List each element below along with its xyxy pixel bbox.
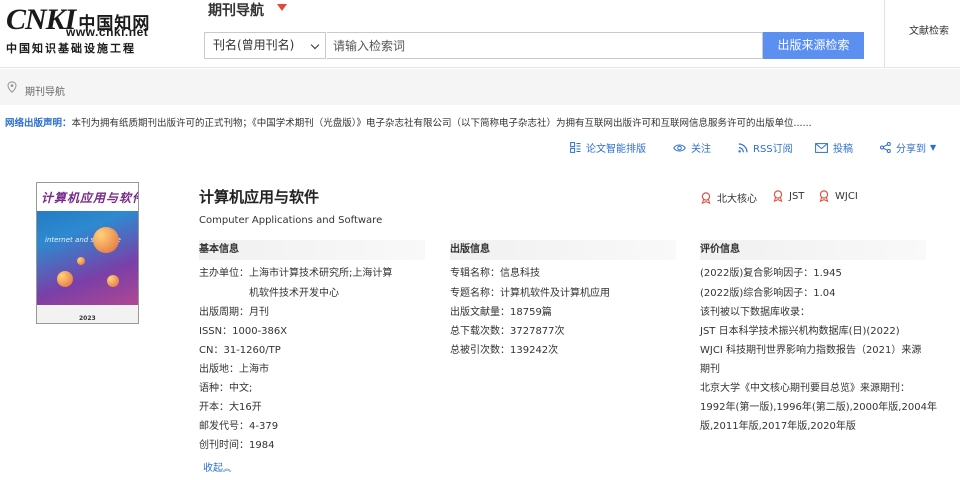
- caret-down-icon[interactable]: [277, 4, 287, 11]
- share-icon: [880, 142, 891, 153]
- badge-jst[interactable]: JST: [772, 190, 804, 202]
- follow-button[interactable]: 关注: [673, 140, 711, 155]
- award-icon: [701, 191, 711, 204]
- postal-code-row: 邮发代号：4-379: [199, 421, 279, 432]
- eval-info-heading: 评价信息: [700, 240, 926, 260]
- badge-label: WJCI: [835, 190, 858, 202]
- wjci-row-cont: 期刊: [700, 364, 720, 375]
- award-icon: [819, 190, 829, 202]
- smart-layout-button[interactable]: 论文智能排版: [570, 140, 646, 155]
- search-field-select-value: 刊名(曾用刊名): [213, 38, 295, 52]
- pku-core-editions-cont: 版,2011年版,2017年版,2020年版: [700, 421, 856, 432]
- badge-pku-core[interactable]: 北大核心: [700, 190, 757, 205]
- breadcrumb-journal-nav[interactable]: 期刊导航: [25, 83, 65, 98]
- pku-core-heading: 北京大学《中文核心期刊要目总览》来源期刊：: [700, 383, 910, 394]
- location-pin-icon: [7, 81, 17, 93]
- logo-slogan: 中国知识基础设施工程: [6, 42, 136, 55]
- pku-core-editions: 1992年(第一版),1996年(第二版),2000年版,2004年: [700, 402, 937, 413]
- chevron-down-icon: [310, 40, 320, 50]
- rss-label: RSS订阅: [753, 144, 793, 155]
- basic-info-heading: 基本信息: [199, 240, 425, 260]
- source-search-button[interactable]: 出版来源检索: [763, 32, 864, 59]
- search-field-select[interactable]: 刊名(曾用刊名): [204, 32, 326, 59]
- cn-row: CN：31-1260/TP: [199, 345, 281, 356]
- cnki-logo[interactable]: CNKI 中国知网 www.cnki.net 中国知识基础设施工程: [6, 3, 166, 56]
- cover-year: 2023: [79, 315, 96, 322]
- caret-down-icon: ▼: [930, 143, 937, 152]
- collapse-button[interactable]: 收起︽: [203, 459, 231, 474]
- breadcrumb: 期刊导航: [0, 69, 960, 105]
- logo-url: www.cnki.net: [66, 25, 149, 39]
- series-row: 专辑名称：信息科技: [450, 268, 540, 279]
- share-label: 分享到: [896, 144, 926, 155]
- founded-row: 创刊时间：1984: [199, 440, 275, 451]
- issn-row: ISSN：1000-386X: [199, 326, 288, 337]
- citations-row: 总被引次数：139242次: [450, 345, 559, 356]
- layout-icon: [570, 142, 581, 153]
- article-count-row: 出版文献量：18759篇: [450, 307, 552, 318]
- sponsor-row-cont: 机软件技术开发中心: [249, 288, 339, 299]
- smart-layout-label: 论文智能排版: [586, 144, 646, 155]
- comprehensive-if-row: (2022版)综合影响因子：1.04: [700, 288, 836, 299]
- follow-label: 关注: [691, 144, 711, 155]
- wjci-row: WJCI 科技期刊世界影响力指数报告（2021）来源: [700, 345, 922, 356]
- downloads-row: 总下载次数：3727877次: [450, 326, 565, 337]
- journal-nav-menu[interactable]: 期刊导航: [208, 0, 264, 20]
- cover-title: 计算机应用与软件: [41, 191, 139, 205]
- indexed-by-row: 该刊被以下数据库收录：: [700, 307, 810, 318]
- submit-manuscript-button[interactable]: 投稿: [815, 140, 853, 155]
- header: CNKI 中国知网 www.cnki.net 中国知识基础设施工程 期刊导航 刊…: [0, 0, 960, 68]
- language-row: 语种：中文;: [199, 383, 253, 394]
- submit-label: 投稿: [833, 144, 853, 155]
- literature-search-link[interactable]: 文献检索: [909, 22, 949, 37]
- logo-cnki-text: CNKI: [6, 3, 76, 36]
- header-divider: [884, 0, 885, 68]
- notice-label: 网络出版声明：: [5, 118, 72, 129]
- cycle-row: 出版周期：月刊: [199, 307, 269, 318]
- badge-label: 北大核心: [717, 194, 757, 205]
- format-row: 开本：大16开: [199, 402, 262, 413]
- place-row: 出版地：上海市: [199, 364, 269, 375]
- composite-if-row: (2022版)复合影响因子：1.945: [700, 268, 842, 279]
- publication-notice: 网络出版声明：本刊为拥有纸质期刊出版许可的正式刊物；《中国学术期刊（光盘版）》电…: [5, 115, 812, 129]
- journal-title: 计算机应用与软件: [199, 188, 320, 206]
- journal-cover-image: 计算机应用与软件 internet and software 2023: [36, 182, 139, 324]
- journal-english-title: Computer Applications and Software: [199, 215, 383, 226]
- rss-button[interactable]: RSS订阅: [738, 140, 793, 155]
- rss-icon: [738, 142, 748, 153]
- notice-text: 本刊为拥有纸质期刊出版许可的正式刊物；《中国学术期刊（光盘版）》电子杂志社有限公…: [71, 118, 812, 129]
- topic-row: 专题名称：计算机软件及计算机应用: [450, 288, 610, 299]
- jst-row: JST 日本科学技术振兴机构数据库(日)(2022): [700, 326, 900, 337]
- award-icon: [773, 190, 783, 202]
- mail-icon: [815, 142, 828, 153]
- badge-wjci[interactable]: WJCI: [818, 190, 858, 202]
- eye-icon: [673, 144, 686, 151]
- chevron-up-icon: ︽: [223, 464, 231, 473]
- share-button[interactable]: 分享到 ▼: [880, 140, 936, 155]
- badge-label: JST: [789, 190, 805, 202]
- pub-info-heading: 出版信息: [450, 240, 676, 260]
- search-input[interactable]: [327, 32, 763, 59]
- sponsor-row: 主办单位：上海市计算技术研究所;上海计算: [199, 268, 393, 279]
